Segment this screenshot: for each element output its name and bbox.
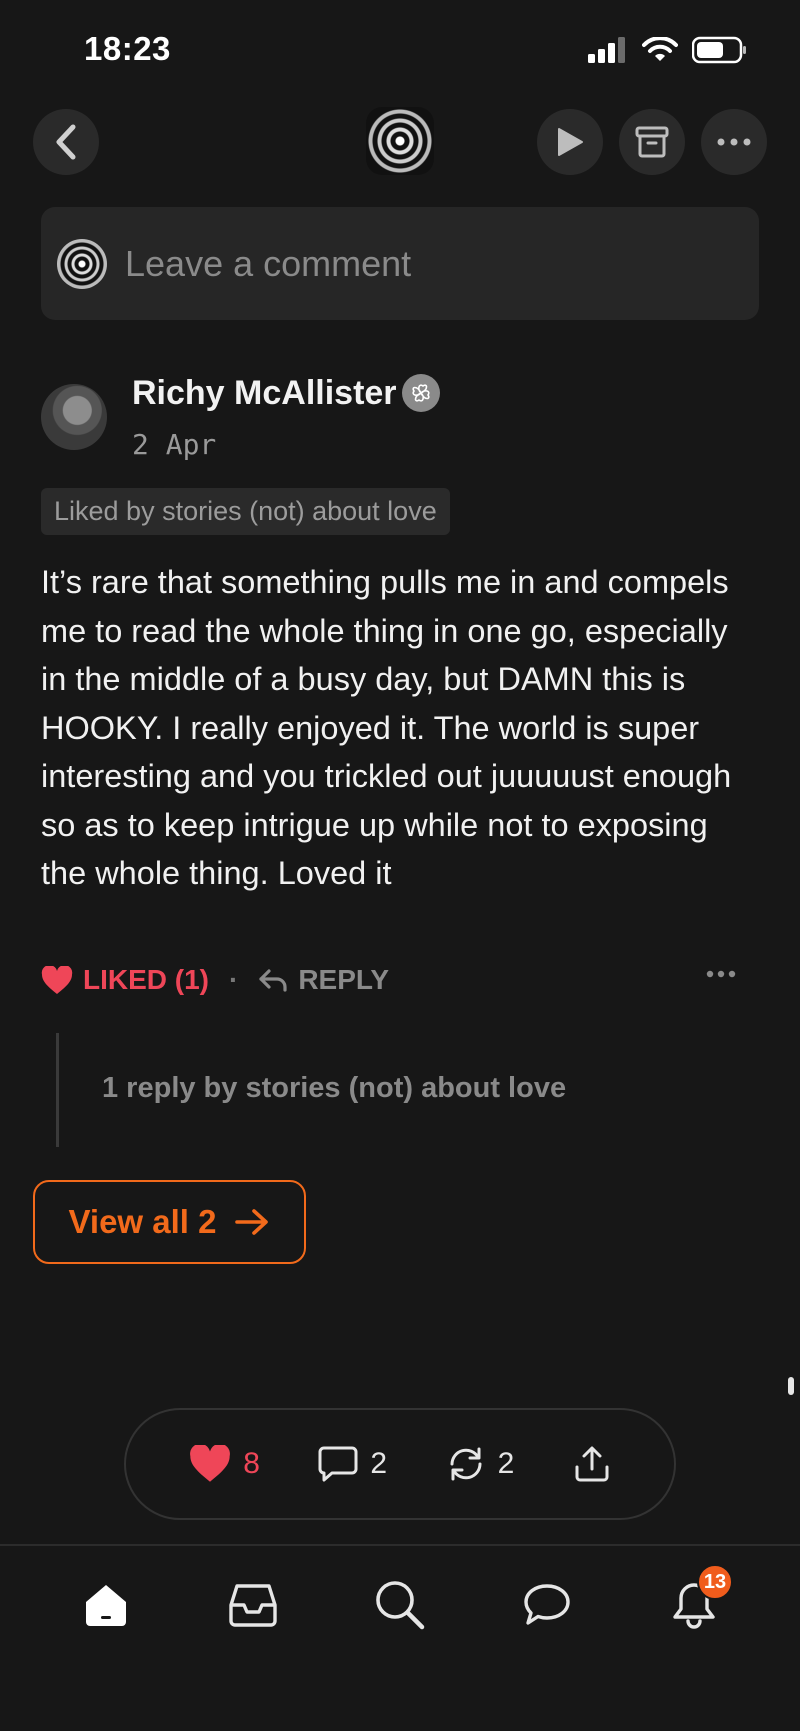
battery-icon	[692, 36, 746, 64]
nav-search[interactable]	[370, 1575, 430, 1635]
signal-icon	[588, 37, 625, 63]
heart-icon	[190, 1445, 231, 1482]
status-icons	[588, 36, 748, 64]
restack-stat[interactable]: 2	[446, 1445, 515, 1483]
inbox-icon	[229, 1584, 277, 1627]
like-count: 8	[243, 1447, 260, 1480]
nav-inbox[interactable]	[223, 1575, 283, 1635]
play-button[interactable]	[537, 109, 603, 175]
view-all-label: View all 2	[68, 1203, 217, 1240]
comment-input[interactable]: Leave a comment	[41, 207, 759, 320]
heart-icon[interactable]	[41, 965, 73, 995]
separator: ·	[229, 964, 239, 995]
archive-button[interactable]	[619, 109, 685, 175]
home-icon	[86, 1585, 126, 1626]
post-stats-bar: 8 2 2	[124, 1408, 676, 1520]
play-icon	[558, 128, 583, 156]
reply-button[interactable]: REPLY	[298, 964, 389, 996]
view-all-button[interactable]: View all 2	[33, 1180, 306, 1264]
restack-icon	[450, 1447, 482, 1481]
scroll-indicator[interactable]	[788, 1377, 794, 1395]
comment-body: It’s rare that something pulls me in and…	[41, 564, 732, 891]
comment-count: 2	[370, 1447, 388, 1480]
nav-home[interactable]	[76, 1575, 136, 1635]
more-icon	[717, 138, 751, 146]
subscriber-badge-icon	[402, 374, 440, 412]
comment-actions: LIKED (1) · REPLY	[41, 964, 389, 996]
reply-icon[interactable]	[258, 968, 288, 992]
search-icon	[376, 1581, 425, 1630]
comment-stat[interactable]: 2	[318, 1445, 387, 1483]
comment-date: 2 Apr	[132, 428, 217, 461]
liked-by-chip: Liked by stories (not) about love	[41, 488, 450, 535]
author-avatar[interactable]	[41, 384, 107, 450]
more-button[interactable]	[701, 109, 767, 175]
back-button[interactable]	[33, 109, 99, 175]
publication-logo[interactable]	[366, 107, 434, 175]
nav-chat[interactable]	[517, 1575, 577, 1635]
restack-count: 2	[497, 1447, 515, 1480]
comment-more-icon[interactable]	[706, 970, 736, 978]
like-stat[interactable]: 8	[189, 1445, 260, 1483]
bottom-nav	[0, 1544, 800, 1731]
replies-summary[interactable]: 1 reply by stories (not) about love	[102, 1072, 566, 1105]
status-time: 18:23	[84, 30, 171, 67]
comment-placeholder: Leave a comment	[125, 242, 412, 284]
liked-button[interactable]: LIKED (1)	[83, 964, 209, 996]
user-avatar	[57, 238, 107, 289]
share-icon	[575, 1446, 609, 1482]
notification-badge: 13	[697, 1564, 733, 1600]
author-name[interactable]: Richy McAllister	[132, 374, 397, 413]
comment-bubble-icon	[318, 1446, 358, 1482]
arrow-right-icon	[235, 1209, 269, 1235]
chat-icon	[524, 1584, 570, 1625]
wifi-icon	[642, 37, 678, 61]
share-stat[interactable]	[573, 1445, 611, 1483]
thread-line	[56, 1033, 59, 1147]
chevron-left-icon	[56, 124, 76, 160]
archive-icon	[635, 126, 669, 158]
